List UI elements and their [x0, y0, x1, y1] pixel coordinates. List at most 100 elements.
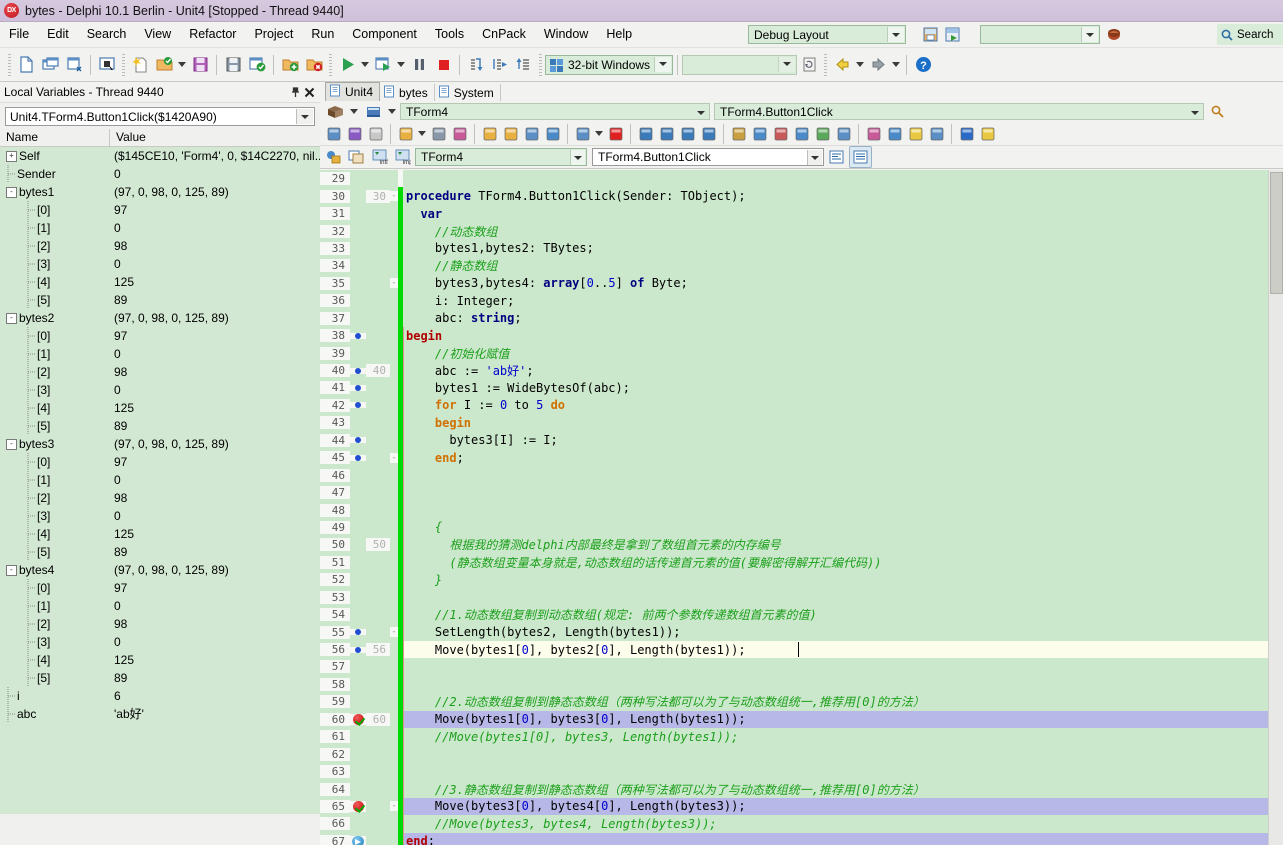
- code-text[interactable]: Move(bytes1[0], bytes3[0], Length(bytes1…: [403, 710, 1283, 728]
- code-text[interactable]: begin: [403, 326, 1283, 345]
- code-text[interactable]: //3.静态数组复制到静态态数组（两种写法都可以为了与动态数组统一,推荐用[0]…: [403, 780, 1283, 798]
- menu-item-cnpack[interactable]: CnPack: [473, 22, 535, 47]
- code-text[interactable]: //初始化赋值: [403, 344, 1283, 362]
- code-fold-marker[interactable]: -: [390, 452, 398, 463]
- code-line[interactable]: 30 30- procedure TForm4.Button1Click(Sende…: [320, 187, 1283, 205]
- code-text[interactable]: [403, 483, 1283, 502]
- code-line[interactable]: 62: [320, 745, 1283, 763]
- variable-row[interactable]: i6: [0, 687, 320, 705]
- intf-icon[interactable]: Intf: [369, 147, 390, 167]
- code-line[interactable]: 35 - bytes3,bytes4: array[0.. 5] of Byte;: [320, 274, 1283, 293]
- run-dropdown[interactable]: [359, 54, 371, 76]
- code-line[interactable]: 32 //动态数组: [320, 222, 1283, 240]
- code-text[interactable]: bytes1 := WideBytesOf(abc);: [403, 379, 1283, 397]
- run-icon[interactable]: [335, 53, 359, 77]
- variable-row[interactable]: [2] 98: [0, 615, 320, 633]
- variable-row[interactable]: [4] 125: [0, 399, 320, 417]
- code-area[interactable]: 29 30 30- procedure TForm4.Button1Click(Sen…: [320, 170, 1283, 845]
- variable-row[interactable]: [5] 89: [0, 291, 320, 309]
- variable-row[interactable]: [3] 0: [0, 633, 320, 651]
- code-line[interactable]: 61 //Move(bytes1[0], bytes3, Length(byte…: [320, 728, 1283, 746]
- code-text[interactable]: end;: [403, 449, 1283, 467]
- code-text[interactable]: for I := 0 to 5 do: [403, 396, 1283, 415]
- code-line[interactable]: 54 //1.动态数组复制到动态数组(规定: 前两个参数传递数组首元素的值): [320, 605, 1283, 624]
- numbering-icon[interactable]: [884, 124, 905, 144]
- variable-row[interactable]: [0] 97: [0, 201, 320, 219]
- code-align-left-icon[interactable]: [826, 147, 847, 167]
- step-out-icon[interactable]: [512, 53, 536, 77]
- breakpoint-icon[interactable]: [352, 713, 364, 725]
- code-line[interactable]: 34 //静态数组: [320, 257, 1283, 275]
- inspect-icon[interactable]: [791, 124, 812, 144]
- code-text[interactable]: //2.动态数组复制到静态态数组（两种写法都可以为了与动态数组统一,推荐用[0]…: [403, 693, 1283, 711]
- save-layout-icon[interactable]: [922, 26, 940, 44]
- breakpoint-gutter[interactable]: [350, 384, 366, 391]
- open-icon[interactable]: [152, 53, 176, 77]
- code-text[interactable]: [403, 466, 1283, 484]
- chevron-down-icon[interactable]: [1188, 105, 1202, 120]
- code-text[interactable]: abc := 'ab好';: [403, 361, 1283, 380]
- forward-dropdown[interactable]: [890, 54, 902, 76]
- variable-row[interactable]: [5] 89: [0, 543, 320, 561]
- code-text[interactable]: end;: [403, 832, 1283, 845]
- refresh-icon[interactable]: [797, 53, 821, 77]
- collapse-toggle-icon[interactable]: -: [6, 564, 17, 576]
- editor-vertical-scrollbar[interactable]: [1268, 170, 1283, 845]
- variable-row[interactable]: [5] 89: [0, 669, 320, 687]
- breakpoint-gutter[interactable]: [350, 629, 366, 636]
- code-text[interactable]: bytes1,bytes2: TBytes;: [403, 240, 1283, 257]
- new-form-icon[interactable]: [62, 53, 86, 77]
- run-dropdown-2[interactable]: [395, 54, 407, 76]
- card-icon[interactable]: [905, 124, 926, 144]
- add-to-project-icon[interactable]: [479, 124, 500, 144]
- code-text[interactable]: i: Integer;: [403, 292, 1283, 309]
- open-dropdown[interactable]: [176, 54, 188, 76]
- code-align-both-icon[interactable]: [849, 146, 872, 168]
- code-line[interactable]: 51 (静态数组变量本身就是,动态数组的话传递首元素的值(要解密得解开汇编代码)…: [320, 553, 1283, 572]
- variable-row[interactable]: [3] 0: [0, 381, 320, 399]
- sync-edit-icon[interactable]: [863, 124, 884, 144]
- menu-item-help[interactable]: Help: [597, 22, 641, 47]
- menu-item-search[interactable]: Search: [78, 22, 136, 47]
- code-text[interactable]: //Move(bytes3, bytes4, Length(bytes3));: [403, 815, 1283, 833]
- new-item-icon[interactable]: [128, 53, 152, 77]
- variable-row[interactable]: [0] 97: [0, 579, 320, 597]
- collapse-toggle-icon[interactable]: -: [6, 438, 17, 450]
- remove-folder-icon[interactable]: [302, 53, 326, 77]
- toolbar-grip[interactable]: [8, 53, 11, 76]
- code-text[interactable]: [403, 762, 1283, 781]
- save-as-icon[interactable]: [449, 124, 470, 144]
- code-line[interactable]: 65- Move(bytes3[0], bytes4[0], Length(by…: [320, 797, 1283, 816]
- new-file-icon[interactable]: [14, 53, 38, 77]
- variable-row[interactable]: [1] 0: [0, 471, 320, 489]
- variable-row[interactable]: abc 'ab好': [0, 705, 320, 723]
- variable-row[interactable]: [4] 125: [0, 525, 320, 543]
- variables-grid-body[interactable]: + Self ($145CE10, 'Form4', 0, $14C2270, ni…: [0, 147, 320, 814]
- variable-row[interactable]: - bytes3 (97, 0, 98, 0, 125, 89): [0, 435, 320, 453]
- code-text[interactable]: //1.动态数组复制到动态数组(规定: 前两个参数传递数组首元素的值): [403, 605, 1283, 624]
- code-text[interactable]: Move(bytes3[0], bytes4[0], Length(bytes3…: [403, 797, 1283, 816]
- code-text[interactable]: [403, 588, 1283, 606]
- stop-icon[interactable]: [431, 53, 455, 77]
- variable-row[interactable]: + Self ($145CE10, 'Form4', 0, $14C2270, ni…: [0, 147, 320, 165]
- view-unit-icon[interactable]: [346, 147, 367, 167]
- code-line[interactable]: 52 }: [320, 571, 1283, 589]
- forward-icon[interactable]: [866, 53, 890, 77]
- block-indent-icon[interactable]: [677, 124, 698, 144]
- magnifier-icon[interactable]: [1206, 104, 1228, 119]
- view-form-icon[interactable]: [344, 124, 365, 144]
- outdent-icon[interactable]: [656, 124, 677, 144]
- remove-from-project-icon[interactable]: [500, 124, 521, 144]
- back-dropdown[interactable]: [854, 54, 866, 76]
- code-text[interactable]: //动态数组: [403, 222, 1283, 239]
- select-icon[interactable]: [95, 53, 119, 77]
- breakpoint-gutter[interactable]: [350, 332, 366, 339]
- toolbar-grip[interactable]: [329, 53, 332, 76]
- variable-row[interactable]: [2] 98: [0, 237, 320, 255]
- code-text[interactable]: var: [403, 205, 1283, 222]
- run-unit-icon[interactable]: [572, 124, 593, 144]
- save-unit-icon[interactable]: [428, 124, 449, 144]
- toolbar-grip[interactable]: [122, 53, 125, 76]
- editor-tab-unit4[interactable]: Unit4: [325, 82, 381, 101]
- refactor-icon[interactable]: [812, 124, 833, 144]
